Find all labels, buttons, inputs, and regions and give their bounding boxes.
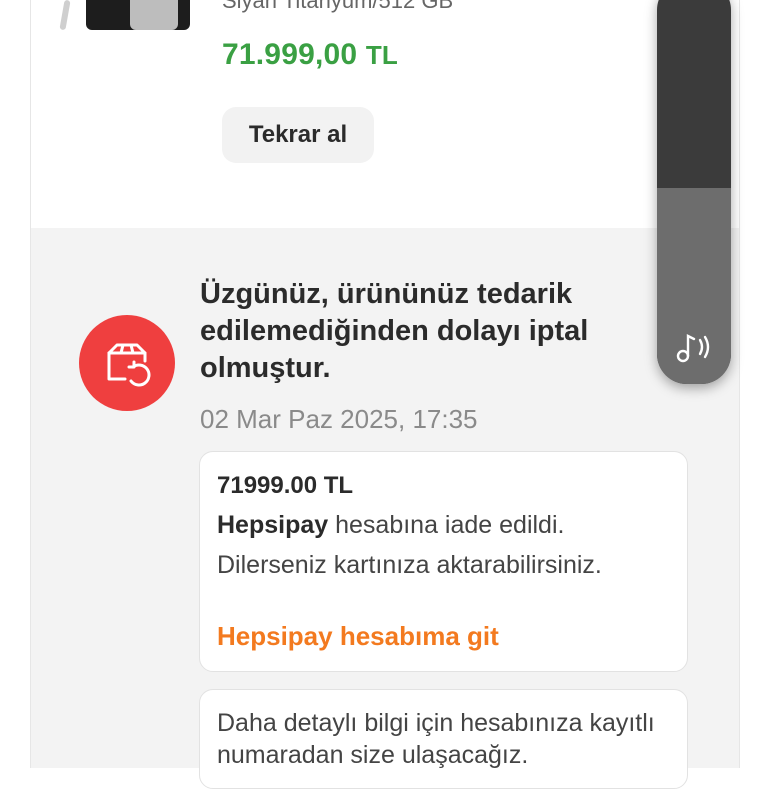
- hepsipay-account-link[interactable]: Hepsipay hesabıma git: [217, 621, 499, 652]
- details-text: Daha detaylı bilgi için hesabınıza kayıt…: [217, 709, 655, 769]
- volume-slider[interactable]: • • •: [657, 0, 731, 384]
- rebuy-button[interactable]: Tekrar al: [222, 107, 374, 163]
- cancellation-date: 02 Mar Paz 2025, 17:35: [200, 404, 478, 434]
- cancellation-title: Üzgünüz, ürününüz tedarik edilemediğinde…: [200, 278, 589, 384]
- refund-transfer-note: Dilerseniz kartınıza aktarabilirsiniz.: [217, 551, 602, 579]
- left-gutter: [0, 0, 30, 768]
- refund-message-rest: hesabına iade edildi.: [328, 511, 565, 539]
- phone-shape: [130, 0, 178, 30]
- price-currency: TL: [365, 40, 398, 70]
- product-image[interactable]: [86, 0, 190, 30]
- hepsipay-brand: Hepsipay: [217, 511, 329, 539]
- product-price: 71.999,00 TL: [222, 38, 398, 72]
- music-note-icon[interactable]: [674, 330, 714, 364]
- price-value: 71.999,00: [222, 38, 358, 71]
- volume-menu-icon[interactable]: • • •: [677, 0, 713, 6]
- refund-message: Hepsipay hesabına iade edildi.: [217, 511, 564, 540]
- refund-amount: 71999.00 TL: [217, 472, 354, 499]
- product-variant: Siyah Titanyum/512 GB: [222, 0, 454, 13]
- product-card: [30, 0, 740, 228]
- refresh-box-icon: [79, 315, 175, 411]
- right-gutter: [738, 0, 768, 768]
